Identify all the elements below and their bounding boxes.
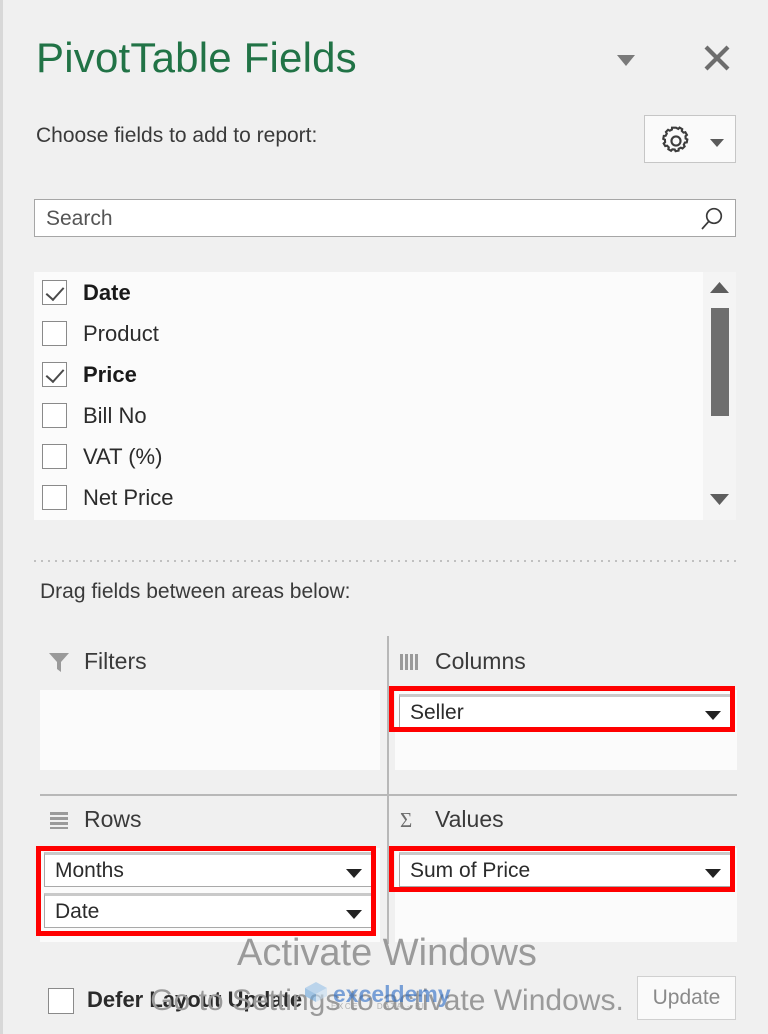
area-pill-label: Sum of Price — [410, 858, 531, 882]
field-checkbox[interactable] — [42, 485, 67, 510]
field-list-item-partial[interactable] — [34, 518, 736, 520]
area-pill-values-0[interactable]: Sum of Price — [399, 852, 733, 887]
defer-layout-update-label[interactable]: Defer Layout Update — [87, 987, 302, 1013]
triangle-up-icon — [710, 282, 729, 293]
area-header-rows: Rows — [48, 806, 142, 833]
exceldemy-watermark: exceldemy EXCEL · DATA · BI — [303, 980, 451, 1011]
field-checkbox[interactable] — [42, 321, 67, 346]
field-label: Product — [83, 320, 159, 346]
field-checkbox[interactable] — [42, 444, 67, 469]
field-label: Date — [83, 279, 131, 305]
field-list-item[interactable]: Product — [34, 313, 736, 354]
update-button[interactable]: Update — [637, 976, 736, 1020]
area-header-values: Σ Values — [399, 806, 504, 833]
area-dropzone-rows[interactable]: Months Date — [40, 848, 380, 942]
field-checkbox[interactable] — [42, 362, 67, 387]
scroll-up-button[interactable] — [709, 280, 730, 301]
search-input[interactable] — [44, 206, 664, 232]
close-button[interactable] — [701, 42, 733, 74]
field-label: Net Price — [83, 484, 174, 510]
field-list-item[interactable]: Date — [34, 272, 736, 313]
area-dropzone-columns[interactable]: Seller — [395, 690, 737, 770]
exceldemy-cube-icon — [303, 980, 329, 1009]
exceldemy-logo-text: exceldemy — [333, 981, 451, 1007]
field-list[interactable]: Date Product Price Bill No VAT (%) Net Price — [34, 272, 736, 520]
search-box[interactable] — [34, 199, 736, 237]
exceldemy-logo-tagline: EXCEL · DATA · BI — [331, 1002, 426, 1011]
caret-down-icon[interactable] — [704, 866, 722, 884]
field-list-scrollbar[interactable] — [703, 272, 736, 520]
panel-menu-chevron-down-icon[interactable] — [611, 47, 641, 73]
close-icon — [704, 45, 730, 71]
areas-vertical-divider-top — [387, 636, 389, 796]
defer-layout-update-checkbox[interactable] — [48, 988, 74, 1014]
triangle-down-icon — [710, 494, 729, 505]
field-list-settings-button[interactable] — [644, 115, 736, 163]
field-label: VAT (%) — [83, 443, 163, 469]
area-pill-rows-1[interactable]: Date — [44, 893, 374, 928]
area-label-values: Values — [435, 806, 504, 832]
field-list-item[interactable]: Price — [34, 354, 736, 395]
field-list-item[interactable]: Bill No — [34, 395, 736, 436]
columns-icon — [399, 651, 421, 673]
area-pill-label: Date — [55, 899, 100, 923]
area-pill-rows-0[interactable]: Months — [44, 852, 374, 887]
svg-text:Σ: Σ — [400, 808, 412, 832]
area-pill-label: Months — [55, 858, 124, 882]
caret-down-icon[interactable] — [704, 708, 722, 726]
field-label: Bill No — [83, 402, 147, 428]
chevron-down-icon — [707, 135, 727, 154]
caret-down-icon[interactable] — [345, 907, 363, 925]
rows-icon — [48, 809, 70, 831]
sigma-icon: Σ — [399, 808, 421, 832]
gear-icon — [659, 124, 693, 163]
field-list-item[interactable]: VAT (%) — [34, 436, 736, 477]
pivottable-fields-panel: PivotTable Fields Choose fields to add t… — [0, 0, 768, 1034]
field-checkbox[interactable] — [42, 280, 67, 305]
area-label-columns: Columns — [435, 648, 526, 674]
section-divider — [34, 560, 736, 562]
area-dropzone-filters[interactable] — [40, 690, 380, 770]
areas-vertical-divider-bottom — [387, 796, 389, 944]
scroll-down-button[interactable] — [709, 491, 730, 512]
choose-fields-label: Choose fields to add to report: — [36, 124, 318, 147]
field-list-item[interactable]: Net Price — [34, 477, 736, 518]
area-header-filters: Filters — [48, 648, 147, 675]
field-label: Price — [83, 361, 137, 387]
area-header-columns: Columns — [399, 648, 526, 675]
area-dropzone-values[interactable]: Sum of Price — [395, 848, 737, 942]
area-label-filters: Filters — [84, 648, 147, 674]
caret-down-icon[interactable] — [345, 866, 363, 884]
field-list-items: Date Product Price Bill No VAT (%) Net Price — [34, 272, 736, 520]
panel-header: PivotTable Fields — [3, 0, 768, 100]
field-checkbox[interactable] — [42, 403, 67, 428]
area-pill-label: Seller — [410, 700, 464, 724]
funnel-icon — [48, 650, 70, 674]
drag-fields-label: Drag fields between areas below: — [40, 580, 351, 603]
chevron-down-icon — [617, 55, 635, 66]
page-title: PivotTable Fields — [36, 34, 357, 81]
search-icon — [696, 205, 726, 240]
area-pill-columns-0[interactable]: Seller — [399, 694, 733, 729]
area-label-rows: Rows — [84, 806, 142, 832]
scrollbar-thumb[interactable] — [711, 308, 729, 416]
